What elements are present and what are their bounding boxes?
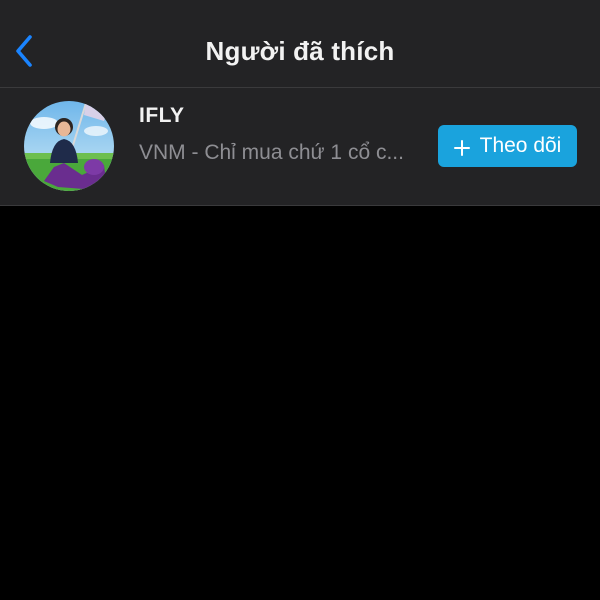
top-navigation-bar: Người đã thích bbox=[0, 0, 600, 88]
list-item[interactable]: IFLY VNM - Chỉ mua chứ 1 cổ c... Theo dõ… bbox=[0, 88, 600, 206]
follow-button[interactable]: Theo dõi bbox=[438, 125, 577, 167]
username[interactable]: IFLY bbox=[139, 104, 185, 128]
user-bio: VNM - Chỉ mua chứ 1 cổ c... bbox=[139, 141, 404, 164]
likers-screen: Người đã thích IFLY VNM - Chỉ mua chứ 1 … bbox=[0, 0, 600, 600]
page-title: Người đã thích bbox=[205, 36, 395, 66]
likers-list: IFLY VNM - Chỉ mua chứ 1 cổ c... Theo dõ… bbox=[0, 88, 600, 206]
follow-button-label: Theo dõi bbox=[479, 134, 562, 157]
user-avatar[interactable] bbox=[24, 101, 114, 191]
plus-icon bbox=[453, 138, 470, 156]
